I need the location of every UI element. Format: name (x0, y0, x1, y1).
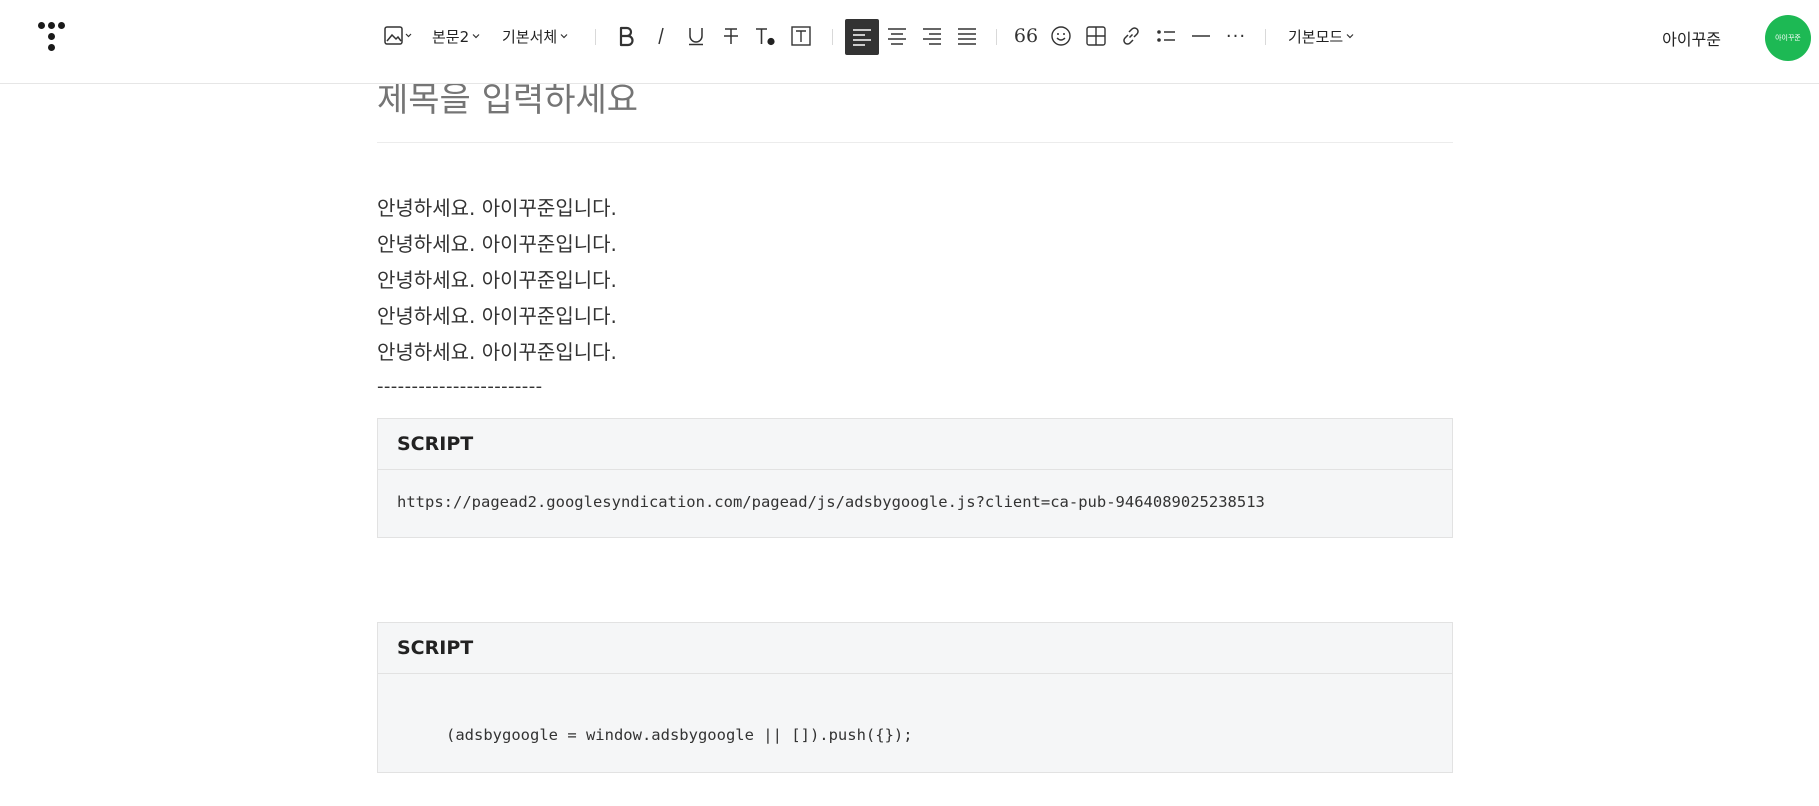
toolbar-divider (595, 29, 596, 45)
post-body-text[interactable]: 안녕하세요. 아이꾸준입니다. 안녕하세요. 아이꾸준입니다. 안녕하세요. 아… (377, 190, 617, 370)
avatar[interactable]: 아이꾸준 (1765, 15, 1811, 61)
align-left-icon (853, 29, 871, 46)
text-color-button[interactable] (751, 18, 781, 54)
align-justify-icon (958, 28, 976, 45)
link-button[interactable] (1116, 18, 1146, 54)
font-family-dropdown[interactable]: 기본서체 (502, 18, 568, 54)
chevron-down-icon (1346, 34, 1354, 39)
bullet-list-icon (1157, 30, 1175, 42)
user-name[interactable]: 아이꾸준 (1662, 26, 1721, 50)
script-block-label: SCRIPT (378, 419, 1452, 470)
italic-icon (658, 27, 664, 45)
font-family-label: 기본서체 (502, 27, 558, 46)
horizontal-line-icon (1192, 35, 1210, 37)
dashed-separator: ------------------------ (377, 376, 543, 397)
list-button[interactable] (1151, 18, 1181, 54)
quote-button[interactable]: 66 (1011, 18, 1041, 54)
toolbar-divider (832, 29, 833, 45)
body-line: 안녕하세요. 아이꾸준입니다. (377, 304, 617, 328)
paragraph-style-label: 본문2 (432, 27, 470, 46)
script-block[interactable]: SCRIPT https://pagead2.googlesyndication… (377, 418, 1453, 538)
align-left-button[interactable] (845, 19, 879, 55)
script-block[interactable]: SCRIPT (adsbygoogle = window.adsbygoogle… (377, 622, 1453, 773)
chevron-down-icon (472, 34, 480, 39)
image-icon (384, 26, 412, 45)
text-color-icon (756, 28, 775, 46)
toolbar-divider (1265, 29, 1266, 45)
bold-button[interactable] (611, 18, 641, 54)
more-icon: ··· (1225, 25, 1247, 47)
body-line: 안녕하세요. 아이꾸준입니다. (377, 232, 617, 256)
underline-button[interactable] (681, 18, 711, 54)
editor-mode-dropdown[interactable]: 기본모드 (1288, 18, 1354, 54)
tistory-logo-icon[interactable] (38, 20, 74, 56)
body-line: 안녕하세요. 아이꾸준입니다. (377, 196, 617, 220)
underline-icon (689, 28, 703, 46)
editor-toolbar: 본문2 기본서체 66 ··· 기본모드 아이꾸준 아이꾸준 (0, 0, 1819, 84)
align-right-icon (923, 28, 941, 45)
table-icon (1086, 26, 1106, 46)
toolbar-divider (996, 29, 997, 45)
strikethrough-icon (724, 28, 738, 44)
title-divider (377, 142, 1453, 143)
script-block-code: (adsbygoogle = window.adsbygoogle || [])… (446, 726, 913, 744)
align-right-button[interactable] (915, 18, 949, 54)
paragraph-style-dropdown[interactable]: 본문2 (432, 18, 480, 54)
text-background-icon (791, 26, 811, 46)
emoticon-icon (1051, 26, 1071, 46)
link-icon (1123, 27, 1139, 45)
script-block-label: SCRIPT (378, 623, 1452, 674)
italic-button[interactable] (646, 18, 676, 54)
horizontal-rule-button[interactable] (1186, 18, 1216, 54)
script-block-code: https://pagead2.googlesyndication.com/pa… (397, 493, 1265, 511)
table-button[interactable] (1081, 18, 1111, 54)
body-line: 안녕하세요. 아이꾸준입니다. (377, 340, 617, 364)
quote-icon: 66 (1013, 25, 1039, 47)
text-background-button[interactable] (786, 18, 816, 54)
image-insert-button[interactable] (380, 18, 416, 54)
emoticon-button[interactable] (1046, 18, 1076, 54)
strikethrough-button[interactable] (716, 18, 746, 54)
more-options-button[interactable]: ··· (1221, 18, 1251, 54)
align-center-button[interactable] (880, 18, 914, 54)
align-center-icon (888, 28, 906, 45)
body-line: 안녕하세요. 아이꾸준입니다. (377, 268, 617, 292)
align-justify-button[interactable] (950, 18, 984, 54)
editor-mode-label: 기본모드 (1288, 27, 1344, 46)
chevron-down-icon (560, 34, 568, 39)
bold-icon (619, 26, 634, 47)
